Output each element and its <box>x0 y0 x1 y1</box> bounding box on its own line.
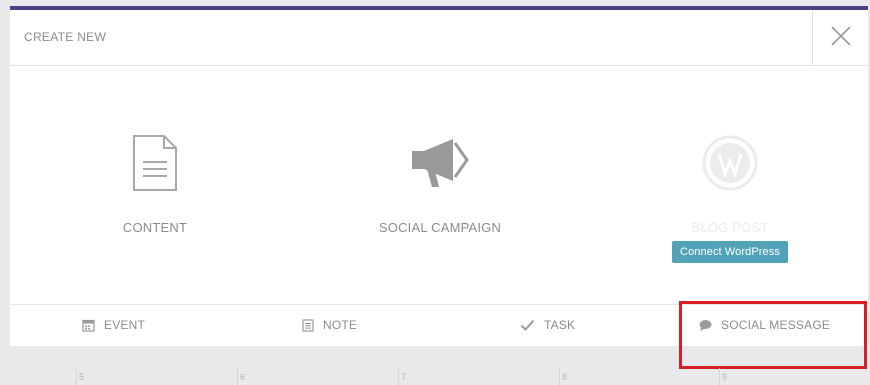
calendar-divider <box>76 368 77 385</box>
calendar-divider <box>237 368 238 385</box>
content-label: CONTENT <box>122 220 188 235</box>
calendar-day: 5 <box>79 372 85 382</box>
document-icon <box>132 134 178 197</box>
event-label: EVENT <box>104 318 146 332</box>
content-option[interactable]: CONTENT <box>45 130 265 235</box>
note-option[interactable]: NOTE <box>302 305 357 345</box>
create-new-modal: CREATE NEW CONTENT SOCIAL CAMPAIGN BLOG … <box>10 6 868 346</box>
connect-wordpress-button[interactable]: Connect WordPress <box>672 241 788 263</box>
calendar-day: 8 <box>562 372 568 382</box>
checkmark-icon <box>520 319 535 331</box>
calendar-day: 7 <box>401 372 407 382</box>
note-icon <box>302 318 314 332</box>
calendar-icon <box>82 319 95 332</box>
megaphone-icon <box>409 135 471 196</box>
event-option[interactable]: EVENT <box>82 305 145 345</box>
social-campaign-option[interactable]: SOCIAL CAMPAIGN <box>330 130 550 235</box>
highlight-box <box>679 301 867 369</box>
wordpress-icon <box>701 134 759 197</box>
calendar-divider <box>719 368 720 385</box>
calendar-divider <box>559 368 560 385</box>
close-icon <box>830 25 852 52</box>
modal-title: CREATE NEW <box>24 30 107 44</box>
modal-header: CREATE NEW <box>10 10 868 66</box>
note-label: NOTE <box>323 318 358 332</box>
calendar-day: 6 <box>240 372 246 382</box>
calendar-day: 9 <box>722 372 728 382</box>
close-button[interactable] <box>812 10 868 66</box>
task-option[interactable]: TASK <box>520 305 575 345</box>
blog-post-label: BLOG POST <box>691 220 769 235</box>
task-label: TASK <box>544 318 576 332</box>
blog-post-option: BLOG POST Connect WordPress <box>620 130 840 263</box>
calendar-divider <box>398 368 399 385</box>
social-campaign-label: SOCIAL CAMPAIGN <box>378 220 502 235</box>
